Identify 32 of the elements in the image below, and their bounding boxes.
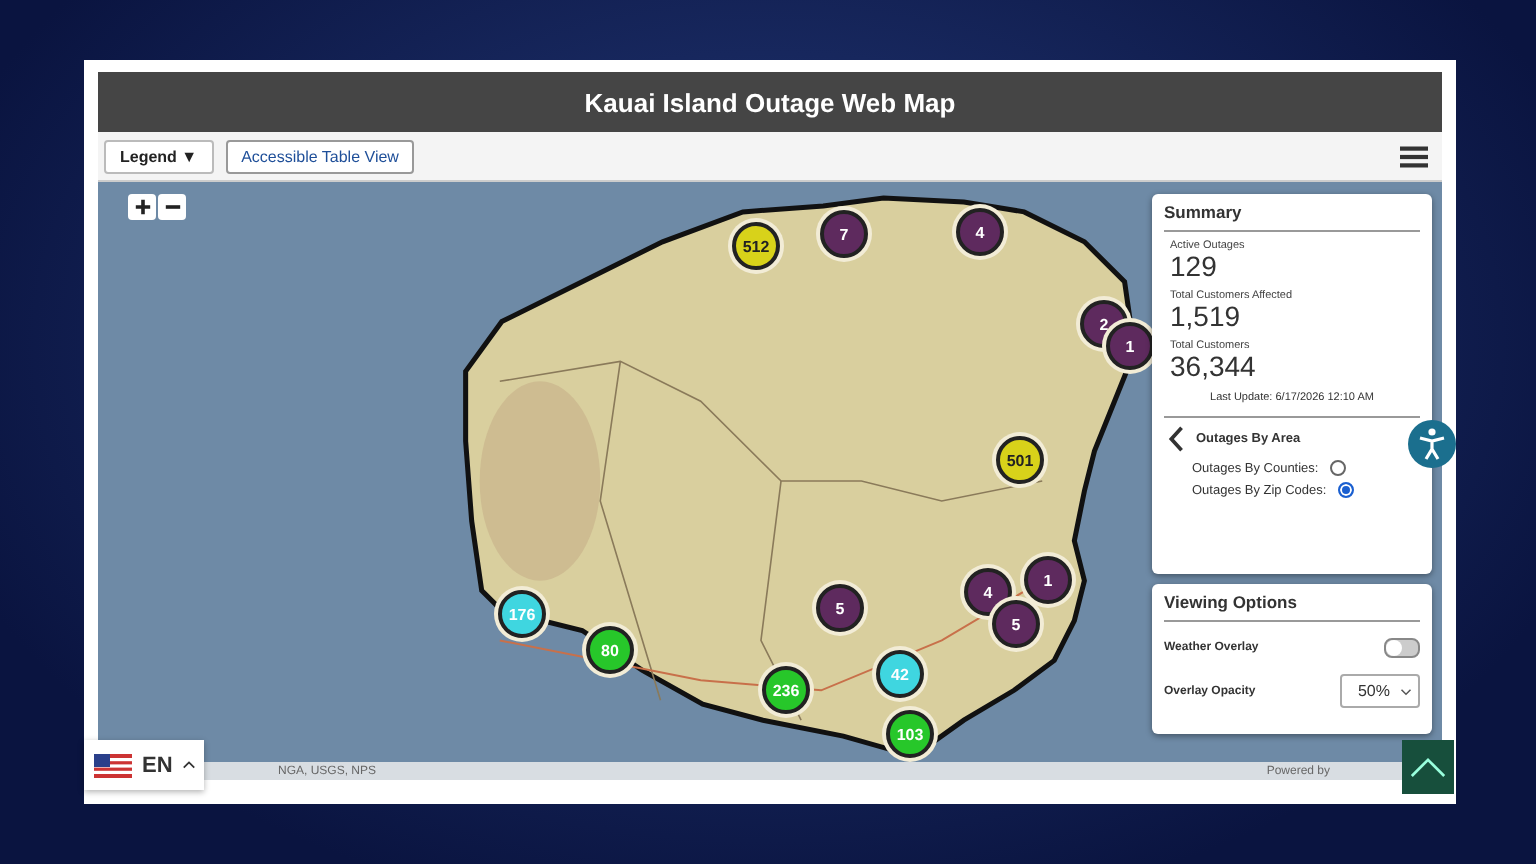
zoom-out-button[interactable] [158,194,186,220]
table-view-button[interactable]: Accessible Table View [225,139,415,173]
stat-value: 129 [1170,252,1217,282]
legend-dropdown[interactable]: Legend ▼ [104,139,214,173]
outage-cluster-marker[interactable]: 512 [732,222,780,270]
outage-cluster-marker[interactable]: 7 [820,210,868,258]
stat-value: 1,519 [1170,302,1243,332]
caret-up-icon [182,760,197,770]
opacity-select[interactable]: 50% [1339,674,1420,708]
weather-overlay-toggle[interactable] [1384,638,1420,658]
outage-cluster-marker[interactable]: 4 [956,208,1004,256]
outage-cluster-marker[interactable]: 1 [1106,322,1154,370]
outage-cluster-marker[interactable]: 5 [816,584,864,632]
panel-title: Viewing Options [1164,592,1420,622]
stat-value: 36,344 [1170,352,1258,382]
accessibility-icon[interactable] [1408,420,1456,468]
outage-cluster-marker[interactable]: 501 [996,436,1044,484]
menu-icon[interactable] [1400,145,1428,167]
chevron-up-icon [1410,756,1446,778]
us-flag-icon [94,753,132,777]
panel-title: Summary [1164,202,1420,232]
chevron-down-icon [1400,687,1412,695]
radio-button[interactable] [1338,482,1355,498]
back-chevron-icon[interactable] [1168,426,1184,452]
radio-button[interactable] [1330,460,1347,476]
plus-icon [133,198,151,216]
outage-cluster-marker[interactable]: 5 [992,600,1040,648]
window-title: Kauai Island Outage Web Map [584,87,956,117]
back-to-top-button[interactable] [1402,740,1454,794]
outage-cluster-marker[interactable]: 1 [1024,556,1072,604]
zoom-in-button[interactable] [128,194,156,220]
language-selector[interactable]: EN [84,740,204,790]
